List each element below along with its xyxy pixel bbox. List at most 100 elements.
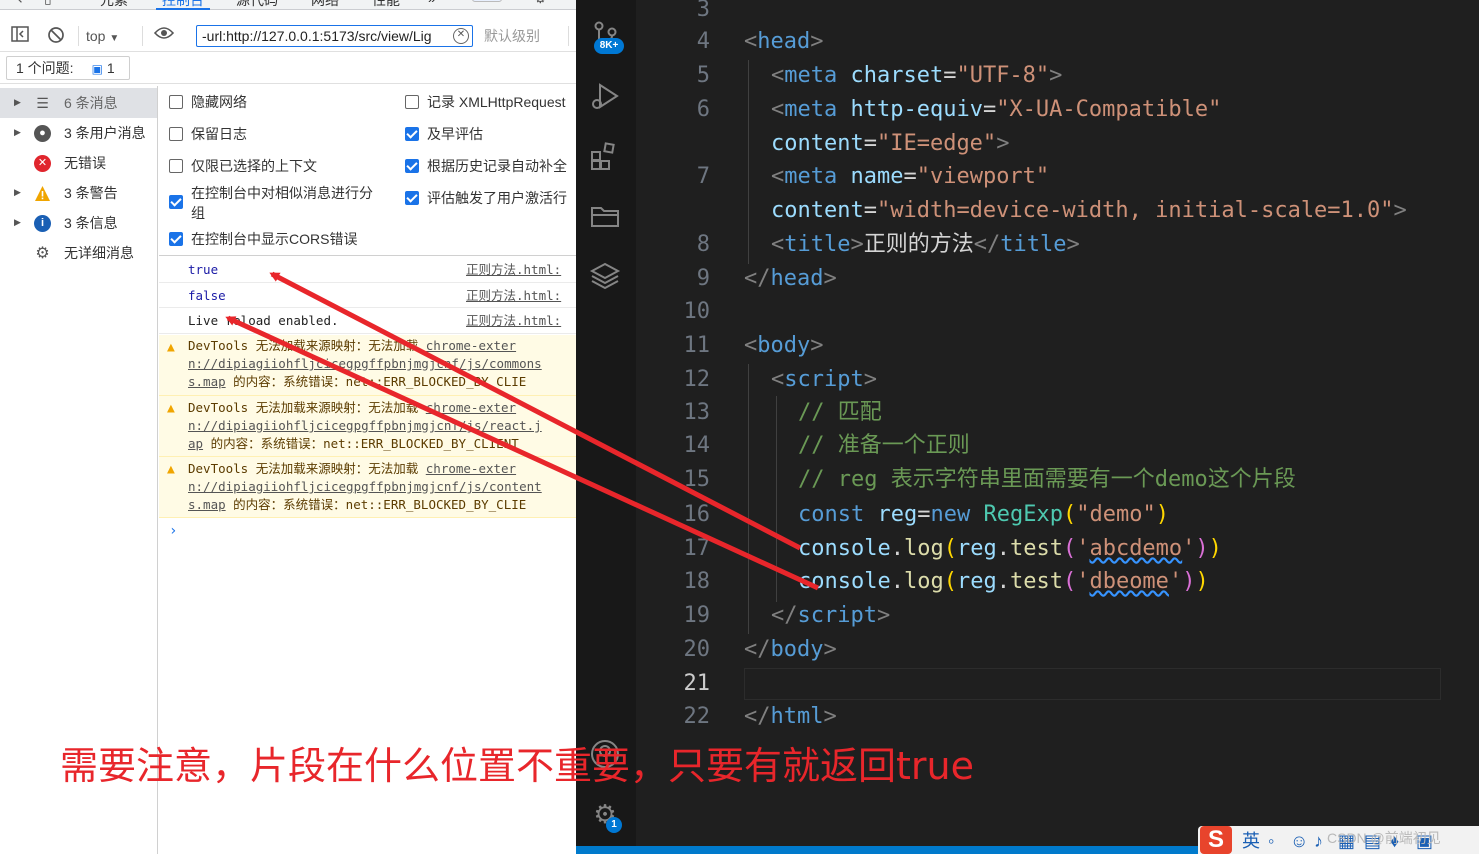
tab-sources[interactable]: 源代码 <box>236 0 278 10</box>
message-source-link[interactable]: 正则方法.html: <box>466 262 561 277</box>
warning-link[interactable]: s.map <box>188 374 226 389</box>
code-token: content <box>771 131 864 156</box>
code-token: title <box>1000 232 1067 257</box>
code-token: dbeome <box>1089 569 1169 594</box>
line-number: 13 <box>683 400 711 425</box>
issue-icon: ▣ <box>91 62 103 76</box>
sidebar-item-info[interactable]: ▶ i 3 条信息 <box>0 208 157 238</box>
hide-network-checkbox[interactable] <box>169 95 183 109</box>
group-similar-label-line1: 在控制台中对相似消息进行分 <box>191 185 373 201</box>
issues-link[interactable]: 1 个问题: ▣ 1 <box>6 56 130 80</box>
message-source-link[interactable]: 正则方法.html: <box>466 288 561 303</box>
tab-network[interactable]: 网络 <box>311 0 339 10</box>
inspect-element-icon[interactable]: ↖ <box>12 0 24 7</box>
warning-line-1: DevTools 无法加载来源映射：无法加载 chrome-exter <box>188 337 516 355</box>
tab-elements[interactable]: 元素 <box>100 0 128 10</box>
toolbar-divider <box>142 26 143 46</box>
warning-line-1: DevTools 无法加载来源映射：无法加载 chrome-exter <box>188 460 516 478</box>
line-number: 22 <box>683 704 711 729</box>
filter-input[interactable]: -url:http://127.0.0.1:5173/src/view/Lig <box>196 25 473 47</box>
warning-link[interactable]: n://dipiagiiohfljcicegpgffpbnjmgjcnf/js/… <box>188 356 542 371</box>
console-warning: ▲ DevTools 无法加载来源映射：无法加载 chrome-exter n:… <box>159 335 576 396</box>
context-select[interactable]: top ▼ <box>86 26 119 46</box>
code-editor[interactable]: <head> <meta charset="UTF-8"> <meta http… <box>726 0 1479 846</box>
expand-arrow-icon[interactable]: ▶ <box>14 217 21 228</box>
warning-link[interactable]: chrome-exter <box>426 338 516 353</box>
warning-link[interactable]: chrome-exter <box>426 400 516 415</box>
log-xhr-checkbox[interactable] <box>405 95 419 109</box>
clear-filter-icon[interactable]: ✕ <box>453 28 469 44</box>
extensions-icon[interactable] <box>589 140 621 172</box>
user-icon: ● <box>34 125 51 142</box>
eager-eval-label: 及早评估 <box>427 126 483 142</box>
more-tabs-button[interactable]: » <box>428 0 436 10</box>
sidebar-item-messages[interactable]: ▶ ☰ 6 条消息 <box>0 88 157 118</box>
line-number: 20 <box>683 637 711 662</box>
activity-bar: 8K+ ⚙ 1 <box>576 0 636 846</box>
autocomplete-history-checkbox[interactable] <box>405 159 419 173</box>
tab-performance[interactable]: 性能 <box>372 0 400 10</box>
console-prompt[interactable]: › <box>169 523 177 539</box>
code-token: "viewport" <box>916 164 1050 189</box>
warning-line-2: n://dipiagiiohfljcicegpgffpbnjmgjcnf/js/… <box>188 417 542 435</box>
list-icon: ☰ <box>36 95 49 111</box>
ime-voice-icon[interactable]: ♪ <box>1314 830 1323 852</box>
warning-link[interactable]: chrome-exter <box>426 461 516 476</box>
clear-console-icon[interactable] <box>46 26 66 46</box>
message-source-link[interactable]: 正则方法.html: <box>466 313 561 328</box>
log-xhr-label: 记录 XMLHttpRequest <box>427 94 566 110</box>
user-activation-checkbox[interactable] <box>405 191 419 205</box>
group-similar-checkbox[interactable] <box>169 195 183 209</box>
issues-bar: 1 个问题: ▣ 1 <box>0 53 576 84</box>
gear-icon: ⚙ <box>35 245 50 262</box>
eye-icon[interactable] <box>153 26 175 46</box>
code-token: http-equiv <box>850 97 983 122</box>
code-line-14: // 准备一个正则 <box>798 433 970 458</box>
warning-prefix: DevTools 无法加载来源映射：无法加载 <box>188 338 419 353</box>
sidebar-item-verbose[interactable]: ⚙ 无详细消息 <box>0 238 157 268</box>
layers-icon[interactable] <box>589 260 621 292</box>
device-toolbar-icon[interactable]: ▯ <box>44 0 52 7</box>
vscode-window: 8K+ ⚙ 1 3 4 5 6 7 8 9 10 11 12 13 14 15 16 17 18 19 20 21 2… <box>576 0 1479 854</box>
selected-context-checkbox[interactable] <box>169 159 183 173</box>
gear-icon[interactable]: ⚙ <box>534 0 547 7</box>
warning-link[interactable]: n://dipiagiiohfljcicegpgffpbnjmgjcnf/js/… <box>188 479 542 494</box>
ime-language[interactable]: 英 <box>1242 830 1260 852</box>
expand-arrow-icon[interactable]: ▶ <box>14 97 21 108</box>
warning-link[interactable]: n://dipiagiiohfljcicegpgffpbnjmgjcnf/js/… <box>188 418 542 433</box>
ime-punct-icon[interactable]: ◦ <box>1268 830 1274 852</box>
sidebar-item-user-messages[interactable]: ▶ ● 3 条用户消息 <box>0 118 157 148</box>
run-debug-icon[interactable] <box>589 80 621 112</box>
warning-link[interactable]: ap <box>188 436 203 451</box>
sidebar-item-errors[interactable]: ✕ 无错误 <box>0 148 157 178</box>
info-icon: i <box>34 215 51 232</box>
warning-link[interactable]: s.map <box>188 497 226 512</box>
preserve-log-label: 保留日志 <box>191 126 247 142</box>
expand-arrow-icon[interactable]: ▶ <box>14 187 21 198</box>
code-line-7: <meta name="viewport" <box>771 164 1050 189</box>
sidebar-item-warnings[interactable]: ▶ 3 条警告 <box>0 178 157 208</box>
code-line-9: </head> <box>744 266 837 291</box>
ime-emoji-icon[interactable]: ☺ <box>1290 830 1308 852</box>
eager-eval-checkbox[interactable] <box>405 127 419 141</box>
line-number: 8 <box>696 232 710 257</box>
tab-console[interactable]: 控制台 <box>156 0 210 10</box>
preserve-log-checkbox[interactable] <box>169 127 183 141</box>
show-cors-checkbox[interactable] <box>169 232 183 246</box>
message-text: false <box>188 288 226 303</box>
issues-badge[interactable]: 1 <box>472 0 502 2</box>
sidebar-item-label: 无错误 <box>64 155 106 171</box>
code-token: reg <box>877 502 918 527</box>
code-token: script <box>784 367 864 392</box>
code-line-6: <meta http-equiv="X-UA-Compatible" <box>771 97 1222 122</box>
toggle-sidebar-icon[interactable] <box>10 26 30 46</box>
devtools-tab-bar: ↖ ▯ 元素 控制台 源代码 网络 性能 » 1 ⚙ <box>0 0 576 10</box>
hide-network-label: 隐藏网络 <box>191 94 247 110</box>
folder-icon[interactable] <box>589 200 621 232</box>
log-level-select[interactable]: 默认级别 <box>484 26 540 46</box>
code-token: name <box>850 164 904 189</box>
code-line-11: <body> <box>744 333 824 358</box>
warning-line-2: n://dipiagiiohfljcicegpgffpbnjmgjcnf/js/… <box>188 478 542 496</box>
ime-logo[interactable]: S <box>1200 826 1232 854</box>
expand-arrow-icon[interactable]: ▶ <box>14 127 21 138</box>
